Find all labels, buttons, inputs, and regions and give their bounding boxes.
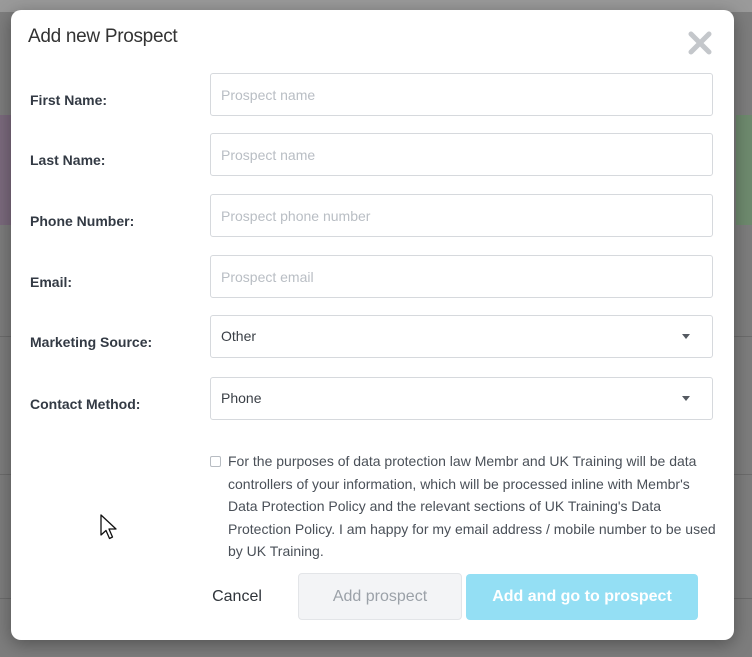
background-card-right <box>736 115 752 225</box>
phone-field-wrapper <box>210 194 713 237</box>
phone-label: Phone Number: <box>30 213 135 229</box>
phone-row: Phone Number: <box>11 194 734 240</box>
last-name-label: Last Name: <box>30 152 106 168</box>
contact-method-label: Contact Method: <box>30 396 141 412</box>
first-name-input[interactable] <box>211 74 712 115</box>
phone-input[interactable] <box>211 195 712 236</box>
email-input[interactable] <box>211 256 712 297</box>
add-prospect-modal: Add new Prospect First Name: Last Name: … <box>11 10 734 640</box>
email-label: Email: <box>30 274 73 290</box>
first-name-field-wrapper <box>210 73 713 116</box>
add-prospect-button[interactable]: Add prospect <box>298 573 462 620</box>
close-icon[interactable] <box>687 30 713 56</box>
mouse-cursor-icon <box>100 514 118 540</box>
marketing-source-select[interactable]: Other <box>210 315 713 358</box>
marketing-source-label: Marketing Source: <box>30 334 153 350</box>
last-name-input[interactable] <box>211 134 712 175</box>
consent-text: For the purposes of data protection law … <box>228 453 716 559</box>
first-name-label: First Name: <box>30 92 108 108</box>
add-and-go-button[interactable]: Add and go to prospect <box>466 574 698 620</box>
contact-method-value: Phone <box>221 390 262 406</box>
first-name-row: First Name: <box>11 73 734 119</box>
email-field-wrapper <box>210 255 713 298</box>
cancel-button[interactable]: Cancel <box>201 574 273 620</box>
chevron-down-icon <box>682 334 690 339</box>
contact-method-row: Contact Method: Phone <box>11 377 734 423</box>
consent-checkbox[interactable] <box>210 456 221 467</box>
chevron-down-icon <box>682 396 690 401</box>
last-name-row: Last Name: <box>11 133 734 179</box>
email-row: Email: <box>11 255 734 301</box>
marketing-source-row: Marketing Source: Other <box>11 315 734 361</box>
contact-method-select[interactable]: Phone <box>210 377 713 420</box>
modal-title: Add new Prospect <box>28 26 178 47</box>
last-name-field-wrapper <box>210 133 713 176</box>
marketing-source-value: Other <box>221 328 257 344</box>
